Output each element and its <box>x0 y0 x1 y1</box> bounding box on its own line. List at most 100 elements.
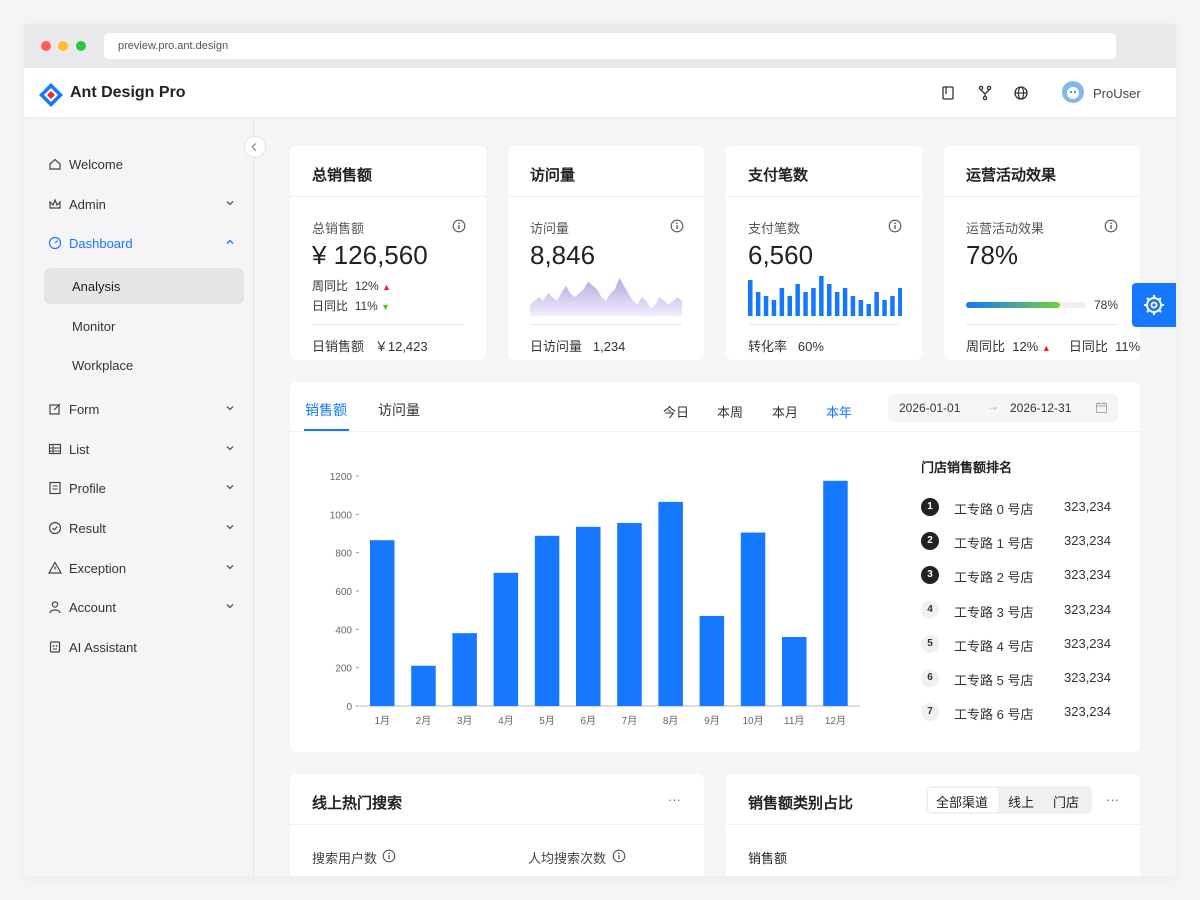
sidebar-item-label: Exception <box>69 561 127 576</box>
visits-area <box>530 278 682 316</box>
x-tick-label: 2月 <box>416 715 432 727</box>
sidebar-subitem-label: Workplace <box>72 358 134 373</box>
crown-icon <box>49 198 61 209</box>
sales-panel: 销售额 访问量 今日 本周 本月 本年 2026-01-01 → 2026-12… <box>290 382 1140 752</box>
chevron-down-icon <box>226 201 234 206</box>
rank-badge: 2 <box>921 532 939 551</box>
sidebar-collapse-button[interactable] <box>244 136 266 158</box>
address-bar[interactable]: preview.pro.ant.design <box>104 33 1116 59</box>
app-title[interactable]: Ant Design Pro <box>70 84 186 102</box>
rank-store-value: 323,234 <box>1064 670 1111 685</box>
rank-store-name: 工专路 2 号店 <box>954 570 1034 586</box>
close-window-dot[interactable] <box>41 41 51 51</box>
ant-design-logo-icon[interactable] <box>38 82 64 108</box>
info-icon[interactable] <box>670 219 684 233</box>
settings-drawer-button[interactable] <box>1132 283 1176 327</box>
home-icon <box>49 158 61 170</box>
rank-badge: 4 <box>921 600 939 619</box>
sidebar-item-result[interactable]: Result <box>44 510 240 546</box>
bar[interactable] <box>411 665 436 706</box>
bar[interactable] <box>617 522 642 706</box>
range-today[interactable]: 今日 <box>663 402 689 421</box>
rank-store-name: 工专路 1 号店 <box>954 536 1034 552</box>
spark-bar <box>787 296 792 316</box>
spark-bar <box>850 296 856 316</box>
sidebar-item-list[interactable]: List <box>44 431 240 467</box>
user-name[interactable]: ProUser <box>1093 86 1141 101</box>
info-icon[interactable] <box>888 219 902 233</box>
segment-online[interactable]: 线上 <box>1008 792 1034 811</box>
week-compare-value: 12% <box>1012 339 1039 354</box>
y-tick-label: 1200 <box>330 472 353 483</box>
bar[interactable] <box>576 526 601 706</box>
bar[interactable] <box>699 615 725 706</box>
rank-store-value: 323,234 <box>1064 533 1111 549</box>
bar[interactable] <box>370 540 395 706</box>
check-circle-icon <box>48 521 62 535</box>
footer-value: ￥12,423 <box>374 339 428 354</box>
spark-bar <box>755 292 761 316</box>
rank-badge: 7 <box>921 703 939 722</box>
dashboard-icon <box>48 236 62 250</box>
bar[interactable] <box>452 633 477 706</box>
bar[interactable] <box>782 637 807 706</box>
info-icon[interactable] <box>612 849 626 863</box>
date-range-picker[interactable]: 2026-01-01 → 2026-12-31 <box>888 394 1118 422</box>
info-icon[interactable] <box>452 219 466 233</box>
bar[interactable] <box>823 480 848 706</box>
date-start[interactable]: 2026-01-01 <box>899 401 960 415</box>
info-icon[interactable] <box>1104 219 1118 233</box>
bar[interactable] <box>658 501 683 706</box>
sidebar-item-profile[interactable]: Profile <box>44 470 240 506</box>
date-end[interactable]: 2026-12-31 <box>1010 401 1071 415</box>
bar[interactable] <box>534 535 560 706</box>
sidebar-item-welcome[interactable]: Welcome <box>44 146 240 182</box>
sales-bar-chart: 0 200 400 600 800 1000 1200 1月 2月 3月 4月 5月 6月 7月 8月 9月 1… <box>330 472 860 727</box>
stat-value: 6,560 <box>748 240 814 270</box>
tab-visits[interactable]: 访问量 <box>378 400 420 420</box>
user-avatar[interactable] <box>1062 81 1084 103</box>
card-footer-divider <box>530 324 682 325</box>
rank-store-name: 工专路 5 号店 <box>954 673 1034 688</box>
info-icon[interactable] <box>382 849 396 863</box>
bar[interactable] <box>493 572 519 706</box>
minimize-window-dot[interactable] <box>58 41 68 51</box>
sidebar-subitem-workplace[interactable]: Workplace <box>44 347 244 383</box>
sidebar-item-admin[interactable]: Admin <box>44 186 240 222</box>
range-week[interactable]: 本周 <box>717 402 743 421</box>
sidebar-item-exception[interactable]: Exception <box>44 550 240 586</box>
sidebar-item-form[interactable]: Form <box>44 391 240 427</box>
card-divider <box>726 824 1140 825</box>
week-compare-label: 周同比 <box>966 339 1006 354</box>
payments-card: 支付笔数 支付笔数 6,560 转化率 60% <box>726 146 922 360</box>
segment-store[interactable]: 门店 <box>1053 792 1079 811</box>
more-menu-icon[interactable]: ··· <box>668 792 681 807</box>
rank-badge: 1 <box>921 498 939 516</box>
card-title: 总销售额 <box>312 167 373 184</box>
tab-sales[interactable]: 销售额 <box>305 400 347 420</box>
document-icon[interactable] <box>940 85 956 101</box>
sidebar-item-dashboard[interactable]: Dashboard <box>44 225 240 261</box>
card-footer-divider <box>312 324 464 325</box>
segment-all-channels[interactable]: 全部渠道 <box>936 792 988 811</box>
rank-store-value: 323,234 <box>1064 567 1111 583</box>
x-tick-label: 11月 <box>784 715 804 727</box>
globe-icon[interactable] <box>1013 85 1029 101</box>
spark-bar <box>866 304 871 316</box>
sidebar-subitem-analysis[interactable]: Analysis <box>44 268 244 304</box>
bar[interactable] <box>740 532 766 706</box>
maximize-window-dot[interactable] <box>76 41 86 51</box>
card-footer: 周同比 12% ▲ 日同比 11% <box>966 336 1140 355</box>
sidebar-item-ai-assistant[interactable]: AI Assistant <box>44 629 240 665</box>
visits-card: 访问量 访问量 8,846 日访问量 1,234 <box>508 146 704 360</box>
more-menu-icon[interactable]: ··· <box>1106 792 1119 807</box>
fork-icon[interactable] <box>977 85 993 101</box>
range-year[interactable]: 本年 <box>826 402 852 421</box>
rank-store-name: 工专路 3 号店 <box>954 604 1034 620</box>
day-compare-value: 11% <box>1115 339 1140 354</box>
sidebar-subitem-monitor[interactable]: Monitor <box>44 308 244 344</box>
sidebar-item-account[interactable]: Account <box>44 589 240 625</box>
x-tick-label: 12月 <box>825 715 846 727</box>
stat-value: 8,846 <box>530 240 596 270</box>
range-month[interactable]: 本月 <box>772 402 798 421</box>
